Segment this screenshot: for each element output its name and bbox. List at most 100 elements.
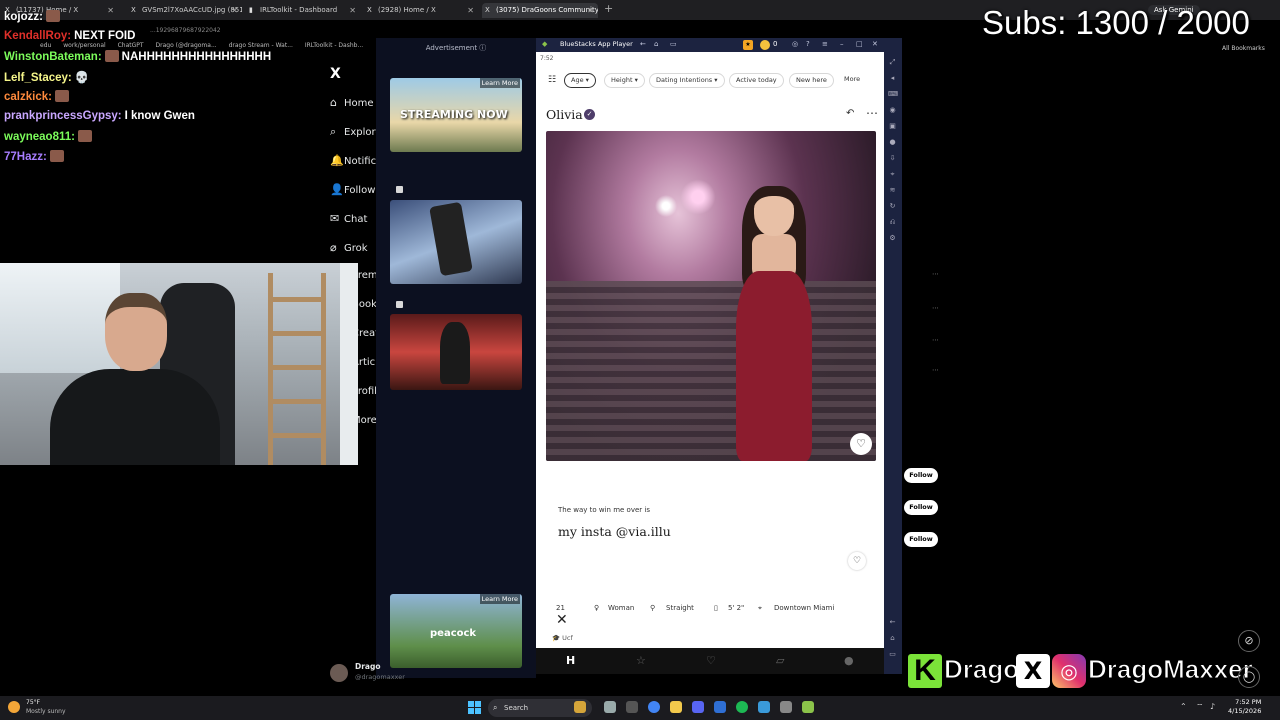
- recents-nav-icon[interactable]: ▭: [888, 650, 897, 659]
- location-icon[interactable]: ⌖: [888, 170, 897, 179]
- sidebar-item-explore[interactable]: ⌕ Explore: [330, 125, 380, 145]
- learn-more-link[interactable]: Learn More: [479, 594, 520, 604]
- filter-chip-age[interactable]: Age ▾: [564, 73, 596, 88]
- bluestacks-taskbar-icon[interactable]: [802, 701, 814, 713]
- settings-icon[interactable]: ⚙: [888, 234, 897, 243]
- macro-icon[interactable]: ⎌: [888, 218, 897, 227]
- chrome-icon[interactable]: [648, 701, 660, 713]
- undo-icon[interactable]: ↶: [846, 108, 854, 119]
- new-tab-icon[interactable]: +: [604, 2, 613, 15]
- like-prompt-button[interactable]: ♡: [848, 552, 866, 570]
- close-tab-icon[interactable]: ✕: [107, 3, 114, 18]
- sidebar-item-home[interactable]: ⌂ Home: [330, 96, 380, 116]
- chevron-up-icon[interactable]: ⌃: [1180, 702, 1187, 711]
- bookmark-item[interactable]: drago Stream - Wat...: [229, 42, 293, 49]
- all-bookmarks-link[interactable]: All Bookmarks: [1222, 45, 1265, 52]
- sidebar-item-notifications[interactable]: 🔔Notifications: [330, 154, 380, 174]
- spotify-icon[interactable]: [736, 701, 748, 713]
- bookmark-item[interactable]: IRLToolkit - Dashb...: [305, 42, 363, 49]
- close-icon[interactable]: ✕: [872, 40, 878, 48]
- gamepad-icon[interactable]: ◉: [888, 106, 897, 115]
- filter-chip-dating-intentions[interactable]: Dating Intentions ▾: [649, 73, 725, 88]
- bluestacks-points-icon[interactable]: ★: [743, 40, 753, 50]
- rotate-icon[interactable]: ↻: [888, 202, 897, 211]
- dismiss-profile-button[interactable]: ✕: [556, 612, 568, 628]
- sidebar-item-chat[interactable]: ✉ Chat: [330, 212, 380, 232]
- back-nav-icon[interactable]: ←: [888, 618, 897, 627]
- like-photo-button[interactable]: ♡: [850, 433, 872, 455]
- maximize-icon[interactable]: □: [856, 40, 863, 48]
- widget-icon[interactable]: [574, 701, 586, 713]
- bookmark-item[interactable]: ChatGPT: [118, 42, 144, 49]
- close-tab-icon[interactable]: ✕: [349, 3, 356, 18]
- app-bottom-nav: H ☆ ♡ ▱ ●: [536, 648, 902, 674]
- more-options-icon[interactable]: ⋯: [932, 336, 939, 344]
- standouts-tab-icon[interactable]: ☆: [636, 654, 646, 667]
- menu-icon[interactable]: ≡: [822, 40, 828, 48]
- close-tab-icon[interactable]: ✕: [587, 3, 594, 18]
- close-tab-icon[interactable]: ✕: [231, 3, 238, 18]
- ad-video-peacock[interactable]: Learn More peacock: [390, 594, 522, 668]
- follow-button[interactable]: Follow: [904, 468, 938, 483]
- file-explorer-icon[interactable]: [670, 701, 682, 713]
- screenshot-icon[interactable]: ▣: [888, 122, 897, 131]
- browser-tab[interactable]: X GVSm2l7XoAACcUD.jpg (851×... ✕: [128, 3, 242, 18]
- keyboard-icon[interactable]: ⌨: [888, 90, 898, 99]
- close-tab-icon[interactable]: ✕: [467, 3, 474, 18]
- filter-settings-icon[interactable]: ☷: [548, 75, 556, 85]
- account-icon[interactable]: ◎: [792, 40, 798, 48]
- ad-menu-icon[interactable]: [396, 301, 403, 308]
- browser-tab[interactable]: X (2928) Home / X ✕: [364, 3, 478, 18]
- more-options-icon[interactable]: ⋯: [932, 366, 939, 374]
- system-clock[interactable]: 7:52 PM 4/15/2026: [1228, 698, 1261, 716]
- record-icon[interactable]: ●: [888, 138, 897, 147]
- volume-icon[interactable]: ◂: [888, 74, 897, 83]
- apk-icon[interactable]: ⇩: [888, 154, 897, 163]
- likes-tab-icon[interactable]: ♡: [706, 654, 716, 667]
- wifi-icon[interactable]: ⌔: [1196, 702, 1204, 712]
- minimize-icon[interactable]: –: [840, 40, 844, 48]
- ad-menu-icon[interactable]: [396, 186, 403, 193]
- shake-icon[interactable]: ≋: [888, 186, 897, 195]
- steam-icon[interactable]: [714, 701, 726, 713]
- home-icon[interactable]: ⌂: [654, 40, 658, 48]
- discover-tab-icon[interactable]: H: [566, 654, 575, 667]
- volume-icon[interactable]: ♪: [1210, 702, 1215, 711]
- follow-button[interactable]: Follow: [904, 500, 938, 515]
- sidebar-item-grok[interactable]: ⌀ Grok: [330, 241, 380, 261]
- back-icon[interactable]: ←: [640, 40, 646, 48]
- windows-start-icon[interactable]: [468, 701, 481, 714]
- discord-icon[interactable]: [692, 701, 704, 713]
- x-logo-icon[interactable]: X: [330, 66, 341, 82]
- bookmark-item[interactable]: Drago (@dragoma...: [156, 42, 217, 49]
- browser-tab-active[interactable]: X (3075) DraGoons Community / ✕: [482, 3, 598, 18]
- messages-tab-icon[interactable]: ▱: [776, 654, 784, 667]
- ad-video-graduation[interactable]: [390, 314, 522, 390]
- sidebar-item-follow[interactable]: 👤Follow: [330, 183, 380, 203]
- chat-bubble-icon[interactable]: ◯: [1238, 666, 1260, 688]
- browser-tab[interactable]: ▮ IRLToolkit - Dashboard ✕: [246, 3, 360, 18]
- filter-chip-height[interactable]: Height ▾: [604, 73, 645, 88]
- more-options-icon[interactable]: ⋯: [932, 304, 939, 312]
- task-view-icon[interactable]: [604, 701, 616, 713]
- ad-video-phone[interactable]: [390, 200, 522, 284]
- more-options-icon[interactable]: ⋯: [866, 106, 878, 120]
- ad-video-streaming[interactable]: Learn More STREAMING NOW: [390, 78, 522, 152]
- app-icon[interactable]: [758, 701, 770, 713]
- bookmark-item[interactable]: work/personal: [63, 42, 105, 49]
- filter-chip-active-today[interactable]: Active today: [729, 73, 784, 88]
- help-icon[interactable]: ?: [806, 40, 810, 48]
- fullscreen-icon[interactable]: ⤢: [888, 58, 897, 67]
- follow-button[interactable]: Follow: [904, 532, 938, 547]
- obs-icon[interactable]: [780, 701, 792, 713]
- more-options-icon[interactable]: ⋯: [932, 270, 939, 278]
- filter-chip-more[interactable]: More: [838, 73, 866, 88]
- filter-chip-new-here[interactable]: New here: [789, 73, 834, 88]
- no-link-icon[interactable]: ⊘: [1238, 630, 1260, 652]
- learn-more-link[interactable]: Learn More: [479, 78, 520, 88]
- home-nav-icon[interactable]: ⌂: [888, 634, 897, 643]
- recent-apps-icon[interactable]: ▭: [670, 40, 677, 48]
- profile-tab-icon[interactable]: ●: [844, 654, 854, 667]
- bookmark-item[interactable]: edu: [40, 42, 51, 49]
- settings-icon[interactable]: [626, 701, 638, 713]
